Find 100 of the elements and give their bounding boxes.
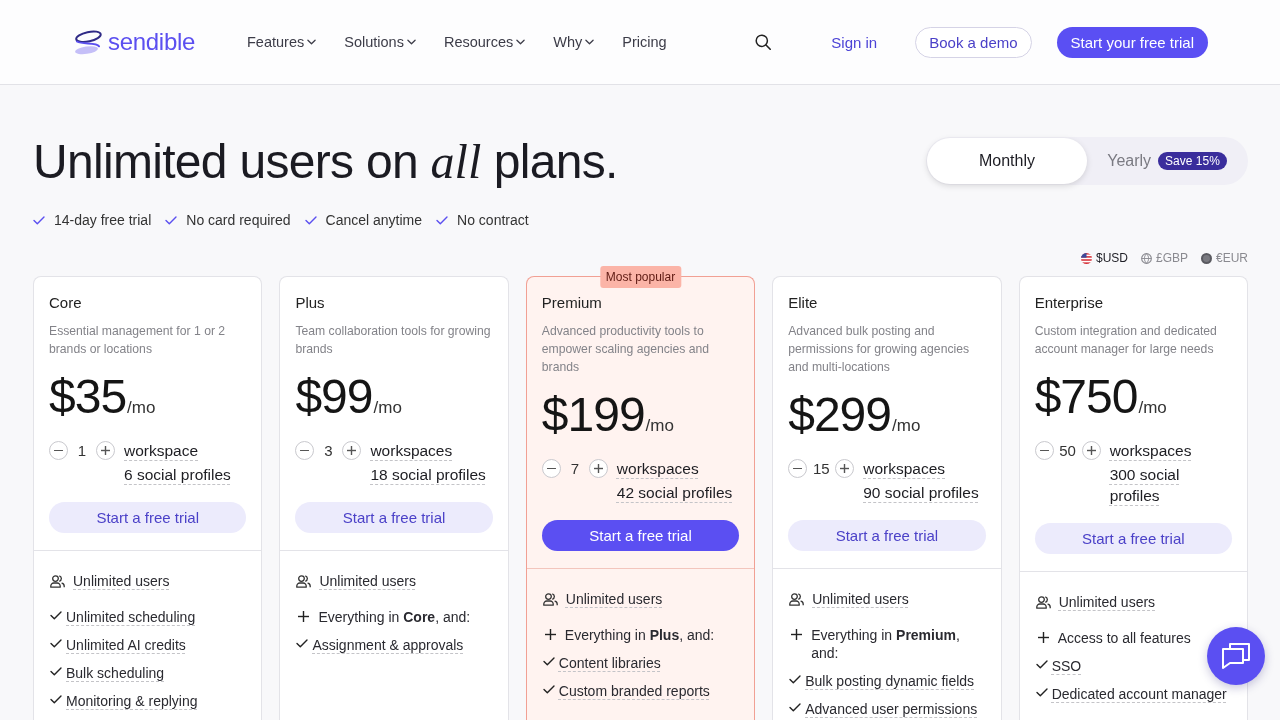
start-trial-button[interactable]: Start your free trial (1056, 26, 1208, 58)
feature-text: Unlimited users (565, 590, 663, 608)
plus-icon (544, 629, 556, 640)
workspace-count: 7 (569, 459, 580, 479)
minus-icon (300, 449, 310, 452)
popular-badge: Most popular (599, 266, 682, 288)
social-profiles-label: 18 social profiles (370, 465, 486, 485)
perk-text: No card required (186, 211, 291, 230)
start-free-trial-button[interactable]: Start a free trial (541, 520, 740, 551)
start-free-trial-button[interactable]: Start a free trial (788, 520, 986, 551)
users-icon (296, 575, 312, 588)
check-icon (304, 215, 317, 225)
feature-text: Unlimited users (812, 590, 909, 608)
chevron-down-icon (585, 39, 595, 45)
workspace-label: workspaces (1109, 441, 1192, 461)
nav-link[interactable]: Pricing (622, 34, 667, 50)
users-icon (1035, 596, 1051, 609)
feature-text: Everything in Plus, and: (564, 626, 715, 644)
plan-name: Premium (541, 293, 603, 313)
users-icon (542, 593, 558, 606)
plan-name: Enterprise (1034, 293, 1104, 313)
plan-name: Elite (788, 293, 819, 313)
start-free-trial-button[interactable]: Start a free trial (295, 502, 493, 533)
plus-icon (840, 464, 850, 473)
start-free-trial-button[interactable]: Start a free trial (1034, 523, 1233, 554)
feature-text: Content libraries (558, 654, 661, 672)
check-icon (296, 639, 309, 648)
workspace-label: workspace (124, 441, 199, 461)
plan-description: Team collaboration tools for growing brands (295, 323, 492, 358)
users-icon (50, 575, 65, 588)
feature-text: Bulk scheduling (66, 664, 165, 682)
nav-link[interactable]: Resources (443, 34, 526, 50)
billing-option[interactable]: Monthly (927, 138, 1087, 184)
logo-icon (72, 28, 103, 56)
increase-button[interactable] (835, 459, 855, 478)
feature-text: SSO (1051, 657, 1082, 675)
workspace-count: 50 (1058, 441, 1077, 461)
flag-icon (1080, 252, 1092, 264)
increase-button[interactable] (96, 441, 115, 460)
feature-text: Assignment & approvals (312, 636, 464, 654)
feature-text: Advanced user permissions (805, 700, 978, 718)
check-icon (33, 215, 45, 225)
billing-option[interactable]: Yearly Save 15% (1087, 138, 1247, 184)
decrease-button[interactable] (788, 459, 808, 478)
feature-text: Monitoring & replying (66, 692, 198, 710)
plan-name: Core (49, 293, 83, 313)
decrease-button[interactable] (49, 441, 68, 460)
chevron-down-icon (516, 39, 526, 45)
minus-icon (793, 467, 803, 470)
price-amount: $750 (1034, 372, 1138, 422)
increase-button[interactable] (1081, 441, 1101, 460)
plus-icon (1086, 446, 1096, 455)
nav-link[interactable]: Features (247, 34, 317, 50)
minus-icon (1039, 449, 1049, 452)
search-icon[interactable] (755, 34, 772, 50)
decrease-button[interactable] (295, 441, 315, 460)
increase-button[interactable] (588, 459, 608, 478)
check-icon (50, 639, 62, 648)
nav-link[interactable]: Solutions (344, 34, 416, 50)
feature-text: Dedicated account manager (1051, 685, 1227, 703)
globe-icon (1140, 252, 1152, 264)
check-icon (50, 667, 62, 676)
perk-text: Cancel anytime (325, 211, 423, 230)
price-period: /mo (127, 398, 156, 418)
feature-text: Unlimited users (1058, 593, 1156, 611)
sign-in-link[interactable]: Sign in (831, 33, 878, 51)
plan-name: Plus (295, 293, 326, 313)
social-profiles-label: 300 social profiles (1109, 465, 1181, 506)
feature-text: Bulk posting dynamic fields (805, 672, 975, 690)
workspace-label: workspaces (370, 441, 453, 461)
price-amount: $99 (295, 372, 373, 422)
decrease-button[interactable] (541, 459, 561, 478)
price-amount: $199 (541, 390, 645, 440)
check-icon (165, 215, 178, 225)
workspace-count: 3 (323, 441, 334, 461)
price-amount: $299 (788, 390, 891, 440)
feature-text: Unlimited scheduling (66, 608, 196, 626)
check-icon (436, 215, 449, 225)
feature-text: Access to all features (1057, 629, 1191, 647)
social-profiles-label: 42 social profiles (616, 483, 733, 503)
check-icon (789, 703, 802, 712)
feature-text: Custom branded reports (558, 682, 710, 700)
check-icon (542, 685, 555, 694)
currency-option[interactable]: $USD (1080, 251, 1128, 265)
price-period: /mo (645, 416, 674, 436)
plus-icon (593, 464, 603, 473)
book-demo-button[interactable]: Book a demo (915, 26, 1032, 58)
nav-link[interactable]: Why (553, 34, 595, 50)
decrease-button[interactable] (1034, 441, 1054, 460)
plan-description: Advanced bulk posting and permissions for growing agencies and multi-locations (788, 323, 971, 376)
page-title: Unlimited users on all plans. (33, 134, 618, 190)
workspace-label: workspaces (863, 459, 946, 479)
logo-link[interactable]: sendible (72, 28, 195, 56)
check-icon (1035, 688, 1048, 697)
plus-icon (298, 611, 310, 622)
start-free-trial-button[interactable]: Start a free trial (49, 502, 247, 533)
feature-text: Everything in Core, and: (318, 608, 471, 626)
increase-button[interactable] (342, 441, 362, 460)
feature-text: Unlimited AI credits (66, 636, 186, 654)
feature-text: Unlimited users (73, 572, 170, 590)
